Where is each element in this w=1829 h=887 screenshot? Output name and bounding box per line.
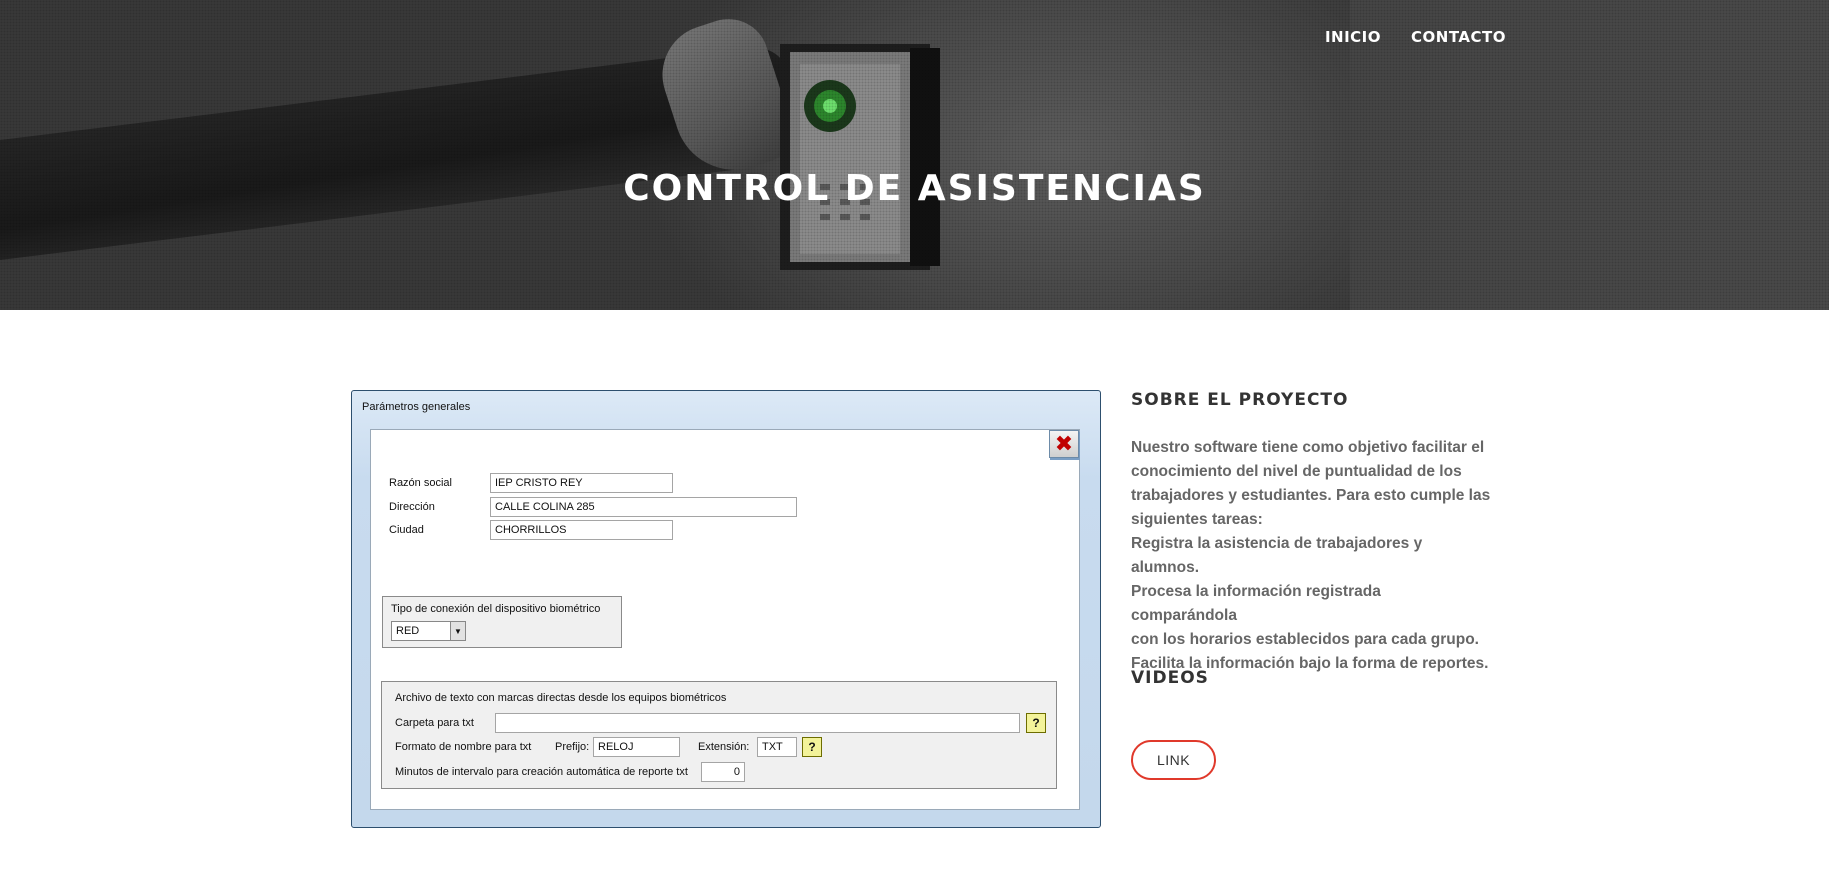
video-link-button[interactable]: LINK [1131, 740, 1216, 780]
direccion-field[interactable]: CALLE COLINA 285 [490, 497, 797, 517]
about-line: Nuestro software tiene como objetivo fac… [1131, 439, 1485, 456]
dialog-body: ✖ Razón social IEP CRISTO REY Dirección … [370, 429, 1080, 810]
ciudad-label: Ciudad [389, 524, 424, 536]
ciudad-row: Ciudad CHORRILLOS [389, 520, 673, 540]
close-icon[interactable]: ✖ [1049, 430, 1079, 458]
folder-help-button[interactable]: ? [1026, 713, 1046, 733]
razon-social-row: Razón social IEP CRISTO REY [389, 473, 673, 493]
format-label: Formato de nombre para txt [395, 741, 532, 753]
interval-row: Minutos de intervalo para creación autom… [395, 762, 745, 782]
extension-label: Extensión: [698, 741, 750, 753]
page-title: CONTROL DE ASISTENCIAS [623, 168, 1206, 209]
about-section: SOBRE EL PROYECTO Nuestro software tiene… [1131, 390, 1491, 780]
about-line: conocimiento del nivel de puntualidad de… [1131, 463, 1462, 480]
about-line: Registra la asistencia de trabajadores y… [1131, 535, 1423, 576]
extension-field[interactable]: TXT [757, 737, 797, 757]
razon-social-label: Razón social [389, 477, 452, 489]
about-line: siguientes tareas: [1131, 511, 1263, 528]
nav-contacto[interactable]: CONTACTO [1411, 28, 1506, 46]
prefix-label: Prefijo: [555, 741, 590, 753]
about-line: Procesa la información registrada compar… [1131, 583, 1381, 624]
chevron-down-icon[interactable]: ▼ [450, 622, 465, 640]
text-file-group-title: Archivo de texto con marcas directas des… [395, 692, 727, 704]
connection-type-select[interactable]: RED ▼ [391, 621, 466, 641]
interval-label: Minutos de intervalo para creación autom… [395, 766, 688, 778]
text-file-group: Archivo de texto con marcas directas des… [381, 681, 1057, 789]
connection-type-label: Tipo de conexión del dispositivo biométr… [391, 603, 601, 615]
main-nav: INICIO CONTACTO [1325, 28, 1506, 46]
dialog-title: Parámetros generales [362, 401, 471, 413]
parametros-dialog-screenshot: Parámetros generales ✖ Razón social IEP … [351, 390, 1101, 828]
connection-type-value: RED [396, 625, 420, 637]
about-heading: SOBRE EL PROYECTO [1131, 390, 1349, 410]
direccion-label: Dirección [389, 501, 435, 513]
folder-field[interactable] [495, 713, 1020, 733]
direccion-row: Dirección CALLE COLINA 285 [389, 497, 797, 517]
folder-row: Carpeta para txt ? [395, 713, 1046, 733]
about-line: con los horarios establecidos para cada … [1131, 631, 1479, 648]
extension-help-button[interactable]: ? [802, 737, 822, 757]
format-row: Formato de nombre para txt Prefijo: RELO… [395, 737, 822, 757]
videos-heading: VIDEOS [1131, 668, 1209, 688]
hero-texture-overlay [0, 0, 1829, 310]
prefix-field[interactable]: RELOJ [593, 737, 680, 757]
interval-field[interactable]: 0 [701, 762, 745, 782]
about-line: trabajadores y estudiantes. Para esto cu… [1131, 487, 1491, 504]
connection-type-group: Tipo de conexión del dispositivo biométr… [382, 596, 622, 648]
folder-label: Carpeta para txt [395, 717, 474, 729]
nav-inicio[interactable]: INICIO [1325, 28, 1381, 46]
ciudad-field[interactable]: CHORRILLOS [490, 520, 673, 540]
about-text: Nuestro software tiene como objetivo fac… [1131, 436, 1491, 676]
hero-banner: INICIO CONTACTO CONTROL DE ASISTENCIAS [0, 0, 1829, 310]
razon-social-field[interactable]: IEP CRISTO REY [490, 473, 673, 493]
